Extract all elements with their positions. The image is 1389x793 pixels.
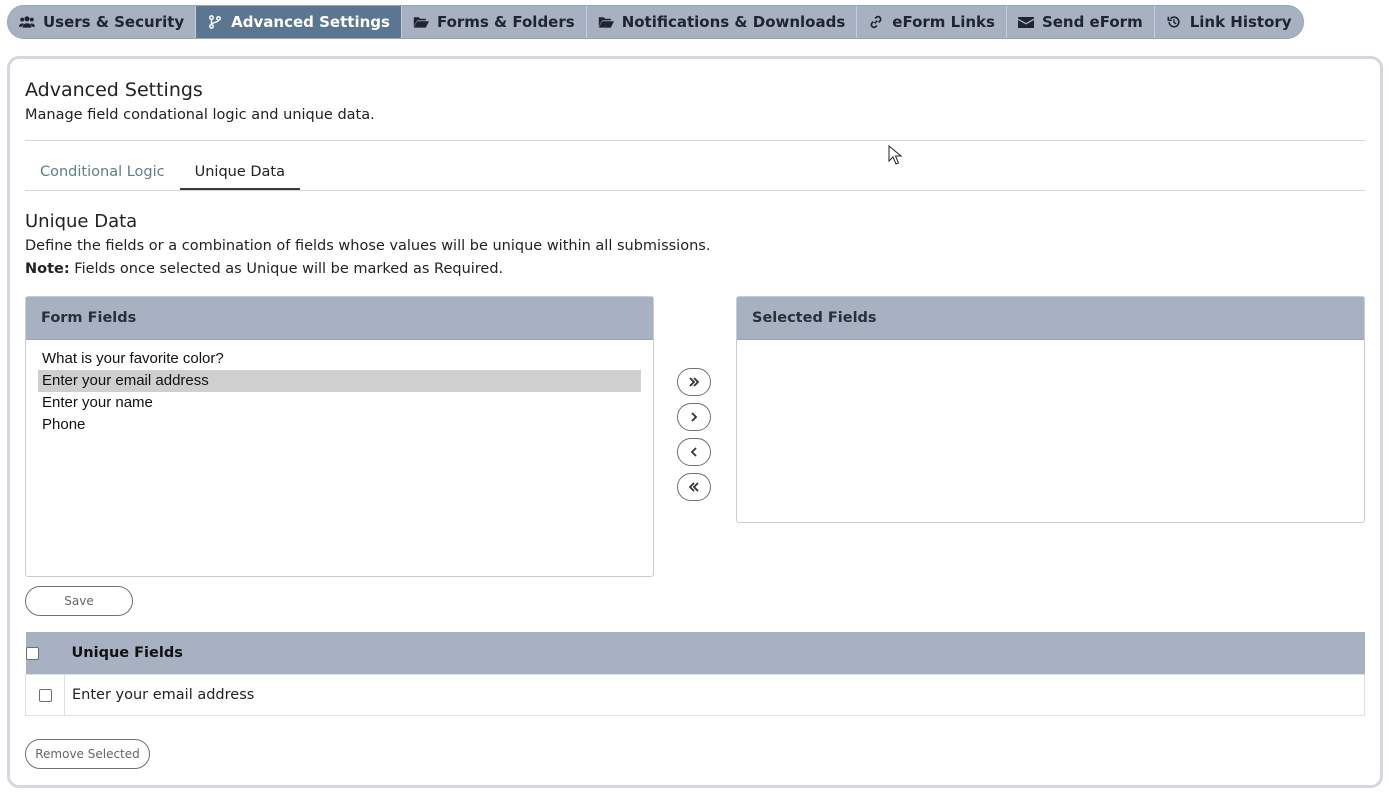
nav-item-link-history[interactable]: Link History — [1155, 6, 1303, 38]
nav-item-send-eform[interactable]: Send eForm — [1007, 6, 1155, 38]
chevron-left-icon — [690, 447, 697, 457]
move-buttons — [677, 368, 715, 508]
section-description: Define the fields or a combination of fi… — [25, 238, 711, 254]
envelope-icon — [1017, 17, 1034, 28]
nav-item-notifications-downloads[interactable]: Notifications & Downloads — [587, 6, 858, 38]
divider — [25, 140, 1365, 141]
double-chevron-right-icon — [689, 377, 700, 387]
form-fields-listbox: Form Fields What is your favorite color?… — [25, 296, 654, 577]
table-row: Enter your email address — [25, 674, 1365, 716]
nav-label: Link History — [1189, 13, 1292, 31]
move-all-right-button[interactable] — [677, 368, 711, 396]
select-all-checkbox[interactable] — [25, 646, 39, 660]
tab-conditional-logic[interactable]: Conditional Logic — [25, 157, 180, 190]
selected-fields-options[interactable] — [737, 340, 1364, 348]
note-text: Fields once selected as Unique will be m… — [69, 261, 504, 277]
branch-icon — [209, 15, 222, 29]
unique-fields-header: Unique Fields — [64, 632, 1365, 675]
history-icon — [1167, 16, 1180, 28]
nav-label: Advanced Settings — [231, 13, 390, 31]
nav-label: Users & Security — [43, 13, 185, 31]
form-field-option[interactable]: Enter your name — [38, 392, 641, 414]
section-note: Note: Fields once selected as Unique wil… — [25, 261, 503, 277]
nav-label: Notifications & Downloads — [621, 13, 846, 31]
nav-item-advanced-settings[interactable]: Advanced Settings — [196, 6, 402, 38]
folder-open-icon — [598, 17, 614, 28]
form-fields-options[interactable]: What is your favorite color? Enter your … — [26, 340, 653, 436]
advanced-settings-panel: Advanced Settings Manage field condation… — [7, 56, 1383, 788]
tab-bar: Conditional Logic Unique Data — [25, 157, 1365, 191]
move-all-left-button[interactable] — [677, 473, 711, 501]
row-checkbox-cell — [25, 674, 65, 716]
save-button[interactable]: Save — [25, 586, 133, 616]
nav-label: eForm Links — [892, 13, 995, 31]
form-field-option[interactable]: What is your favorite color? — [38, 348, 641, 370]
section-title: Unique Data — [25, 211, 138, 232]
move-right-button[interactable] — [677, 403, 711, 431]
tab-unique-data[interactable]: Unique Data — [179, 157, 301, 190]
page-title: Advanced Settings — [25, 79, 203, 101]
table-header-row: Unique Fields — [25, 632, 1365, 675]
nav-label: Forms & Folders — [436, 13, 575, 31]
link-icon — [870, 15, 882, 29]
nav-item-eform-links[interactable]: eForm Links — [857, 6, 1007, 38]
page-subtitle: Manage field condational logic and uniqu… — [25, 107, 375, 123]
remove-selected-button[interactable]: Remove Selected — [25, 739, 150, 769]
unique-field-name: Enter your email address — [64, 674, 1365, 716]
form-fields-header: Form Fields — [26, 297, 653, 340]
unique-fields-table: Unique Fields Enter your email address — [25, 632, 1365, 716]
row-checkbox[interactable] — [38, 688, 52, 702]
selected-fields-listbox: Selected Fields — [736, 296, 1365, 523]
form-field-option[interactable]: Phone — [38, 414, 641, 436]
move-left-button[interactable] — [677, 438, 711, 466]
users-icon — [19, 16, 35, 28]
nav-item-forms-folders[interactable]: Forms & Folders — [402, 6, 587, 38]
folder-open-icon — [413, 17, 429, 28]
chevron-right-icon — [691, 412, 698, 422]
note-label: Note: — [25, 261, 70, 277]
top-nav: Users & Security Advanced Settings Forms… — [7, 5, 1304, 39]
select-all-cell — [25, 632, 65, 675]
double-chevron-left-icon — [688, 482, 699, 492]
form-field-option-selected[interactable]: Enter your email address — [38, 370, 641, 392]
mouse-cursor-icon — [888, 145, 902, 165]
nav-label: Send eForm — [1041, 13, 1143, 31]
selected-fields-header: Selected Fields — [737, 297, 1364, 340]
nav-item-users-security[interactable]: Users & Security — [8, 6, 197, 38]
